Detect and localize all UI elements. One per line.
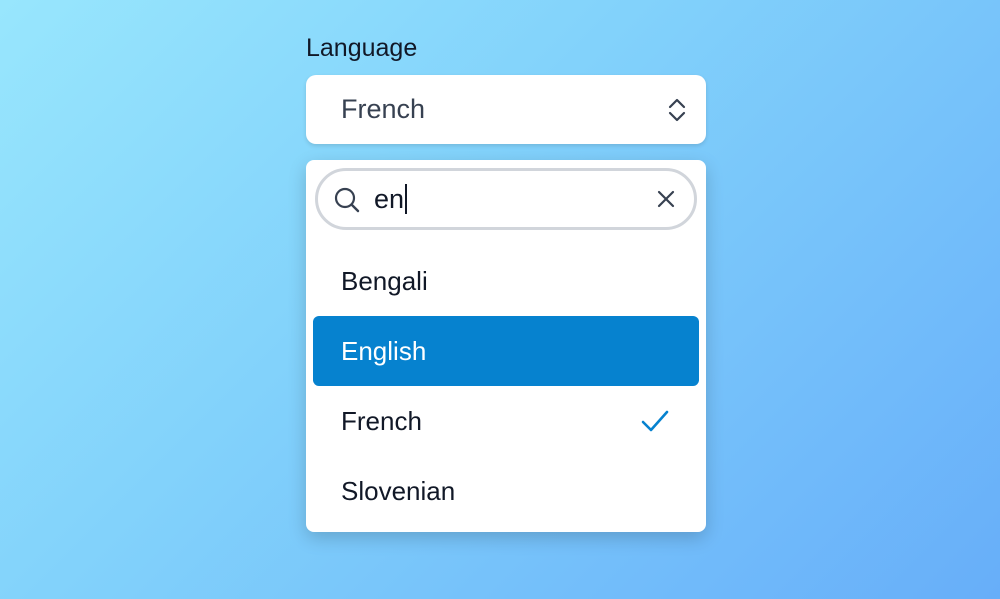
option-label: Bengali xyxy=(341,266,428,296)
search-icon xyxy=(334,187,360,213)
language-select[interactable]: French xyxy=(306,75,706,144)
option-french[interactable]: French xyxy=(313,386,699,456)
option-slovenian[interactable]: Slovenian xyxy=(313,456,699,526)
option-label: French xyxy=(341,406,422,436)
search-input[interactable]: en xyxy=(315,168,697,230)
field-label: Language xyxy=(306,34,418,62)
text-caret xyxy=(405,183,408,214)
option-bengali[interactable]: Bengali xyxy=(313,246,699,316)
checkmark-icon xyxy=(641,410,669,432)
chevron-up-down-icon xyxy=(668,98,686,122)
close-icon[interactable] xyxy=(656,189,676,209)
option-label: English xyxy=(341,336,427,366)
search-input-text[interactable]: en xyxy=(374,171,408,227)
option-english[interactable]: English xyxy=(313,316,699,386)
language-dropdown-popover: en Bengali English French Slovenian xyxy=(306,160,706,532)
select-value: French xyxy=(341,94,426,124)
search-value: en xyxy=(374,184,405,214)
option-label: Slovenian xyxy=(341,476,456,506)
